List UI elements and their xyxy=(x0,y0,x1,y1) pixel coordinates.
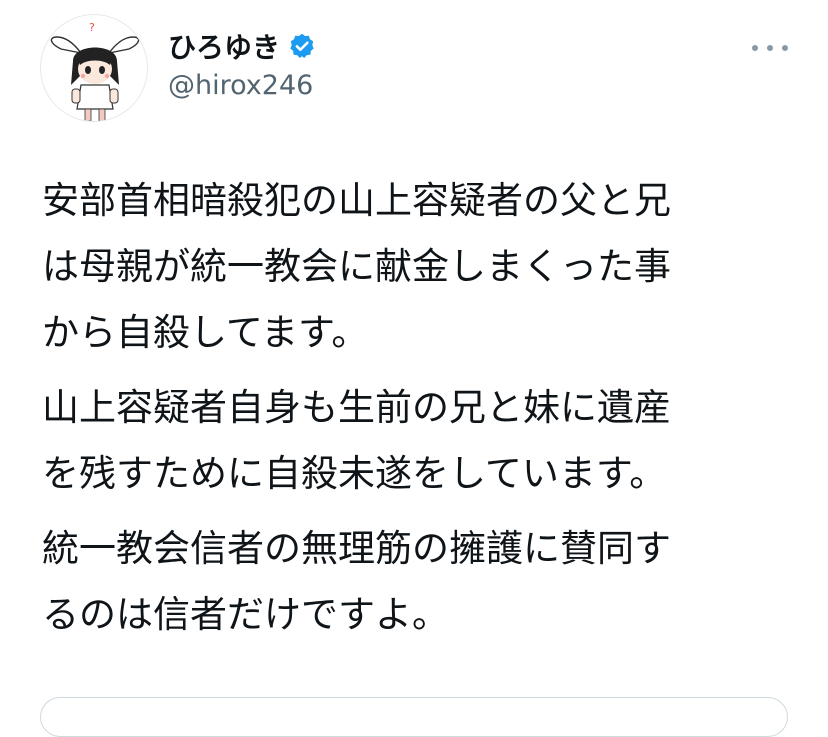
tweet: ? ひろゆき @hirox246 安部首相暗殺犯の山上容疑者の父と兄 は母親が統… xyxy=(0,0,828,737)
tweet-text: 安部首相暗殺犯の山上容疑者の父と兄 は母親が統一教会に献金しまくった事 から自殺… xyxy=(42,168,802,657)
more-horizontal-icon xyxy=(752,45,758,51)
more-options-button[interactable] xyxy=(752,34,788,62)
tweet-paragraph: 安部首相暗殺犯の山上容疑者の父と兄 は母親が統一教会に献金しまくった事 から自殺… xyxy=(42,179,671,354)
quoted-tweet-card[interactable] xyxy=(40,697,788,737)
more-horizontal-icon xyxy=(767,45,773,51)
verified-badge-icon xyxy=(288,32,316,60)
more-horizontal-icon xyxy=(782,45,788,51)
user-handle[interactable]: @hirox246 xyxy=(168,70,313,101)
rabbit-ear-character-avatar-icon: ? xyxy=(50,21,140,121)
display-name[interactable]: ひろゆき xyxy=(168,26,280,66)
avatar[interactable]: ? xyxy=(40,14,148,122)
svg-text:?: ? xyxy=(89,21,95,34)
tweet-paragraph: 統一教会信者の無理筋の擁護に賛同す るのは信者だけですよ。 xyxy=(42,527,671,636)
author-name-row[interactable]: ひろゆき xyxy=(168,26,316,66)
tweet-paragraph: 山上容疑者自身も生前の兄と妹に遺産 を残すために自殺未遂をしています。 xyxy=(42,386,671,495)
